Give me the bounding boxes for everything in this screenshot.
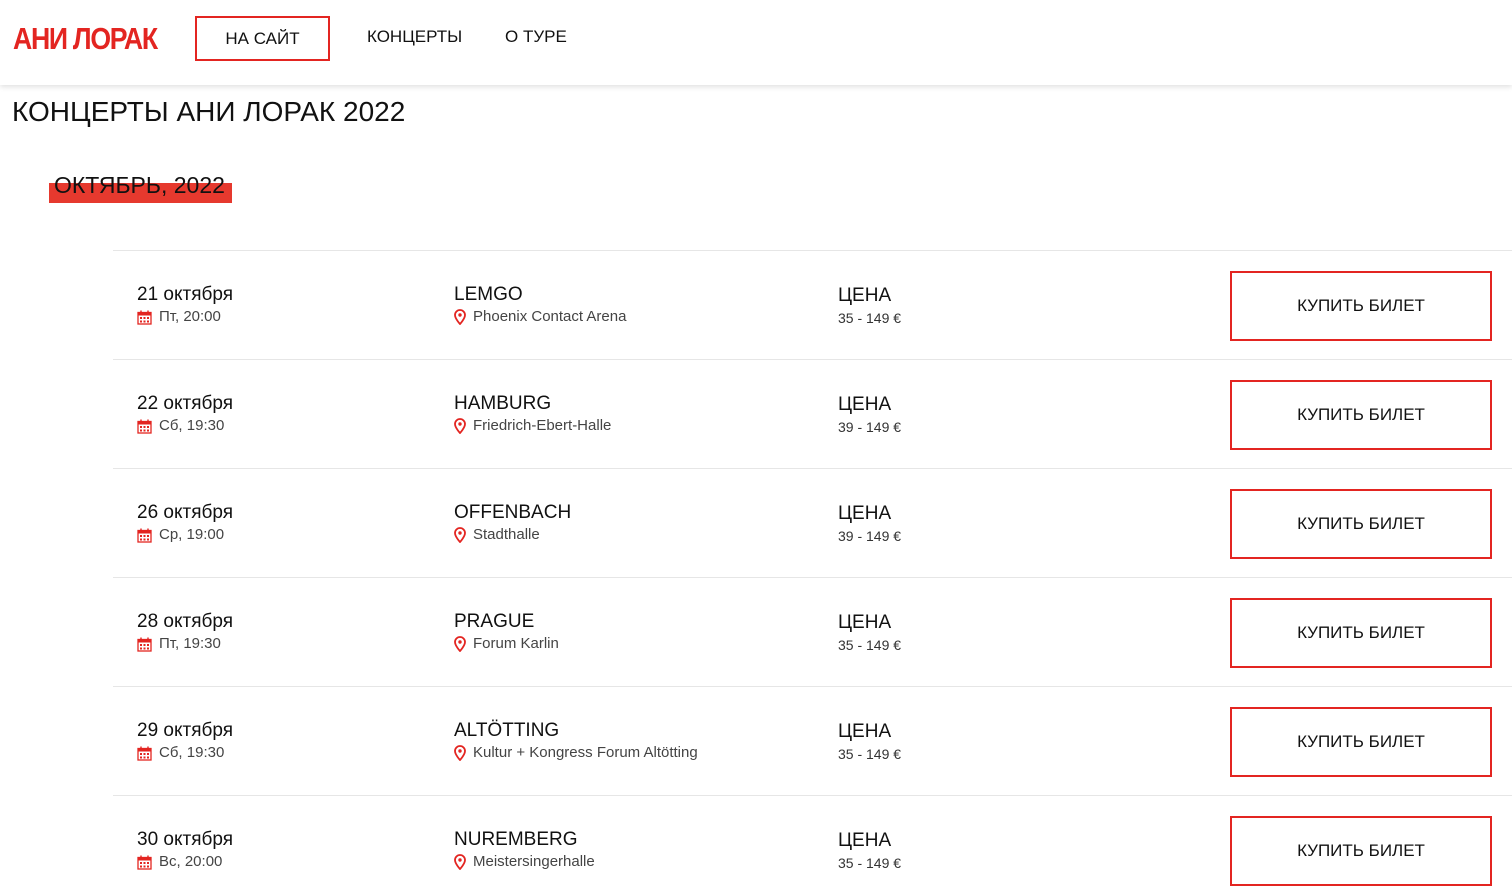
price-value: 35 - 149 € [838, 855, 902, 871]
price-label: ЦЕНА [838, 612, 892, 633]
price-value: 35 - 149 € [838, 746, 902, 762]
buy-ticket-button[interactable]: КУПИТЬ БИЛЕТ [1230, 598, 1492, 668]
nav-site-button[interactable]: НА САЙТ [195, 16, 330, 61]
price-value: 39 - 149 € [838, 419, 902, 435]
location-pin-icon [454, 636, 466, 652]
concert-time: Вс, 20:00 [137, 853, 222, 871]
concert-date: 21 октября [137, 284, 234, 305]
concert-row: 30 октября Вс, 20:00 NUREMBERG Meistersi… [113, 795, 1512, 896]
concert-venue-text: Phoenix Contact Arena [473, 308, 627, 325]
concert-date: 22 октября [137, 393, 234, 414]
concert-venue-text: Kultur + Kongress Forum Altötting [473, 744, 698, 761]
site-header: АНИ ЛОРАК НА САЙТ КОНЦЕРТЫ О ТУРЕ [0, 0, 1512, 85]
concert-time: Пт, 20:00 [137, 308, 221, 326]
location-pin-icon [454, 527, 466, 543]
concert-time-text: Сб, 19:30 [159, 744, 225, 761]
price-label: ЦЕНА [838, 394, 892, 415]
price-label: ЦЕНА [838, 830, 892, 851]
concert-venue: Friedrich-Ebert-Halle [454, 417, 611, 435]
concert-venue: Kultur + Kongress Forum Altötting [454, 744, 698, 762]
concert-city: NUREMBERG [454, 829, 578, 850]
concert-city: LEMGO [454, 284, 523, 305]
calendar-icon [137, 746, 152, 761]
page-title: КОНЦЕРТЫ АНИ ЛОРАК 2022 [12, 96, 406, 127]
price-label: ЦЕНА [838, 503, 892, 524]
calendar-icon [137, 855, 152, 870]
calendar-icon [137, 310, 152, 325]
price-label: ЦЕНА [838, 285, 892, 306]
concert-time-text: Пт, 20:00 [159, 308, 221, 325]
concert-venue-text: Friedrich-Ebert-Halle [473, 417, 612, 434]
concert-row: 21 октября Пт, 20:00 LEMGO Phoenix Conta… [113, 250, 1512, 359]
concert-date: 26 октября [137, 502, 234, 523]
concert-venue-text: Stadthalle [473, 526, 540, 543]
location-pin-icon [454, 854, 466, 870]
concert-time-text: Вс, 20:00 [159, 853, 223, 870]
concert-time-text: Ср, 19:00 [159, 526, 225, 543]
concert-venue: Forum Karlin [454, 635, 559, 653]
concert-time-text: Пт, 19:30 [159, 635, 221, 652]
location-pin-icon [454, 745, 466, 761]
buy-ticket-button[interactable]: КУПИТЬ БИЛЕТ [1230, 271, 1492, 341]
buy-ticket-button[interactable]: КУПИТЬ БИЛЕТ [1230, 816, 1492, 886]
location-pin-icon [454, 309, 466, 325]
buy-ticket-button[interactable]: КУПИТЬ БИЛЕТ [1230, 380, 1492, 450]
month-heading: ОКТЯБРЬ, 2022 [49, 170, 232, 204]
month-label: ОКТЯБРЬ, 2022 [54, 172, 225, 198]
concert-row: 28 октября Пт, 19:30 PRAGUE Forum Karlin… [113, 577, 1512, 686]
concert-time: Пт, 19:30 [137, 635, 221, 653]
concert-venue-text: Meistersingerhalle [473, 853, 595, 870]
concert-time-text: Сб, 19:30 [159, 417, 225, 434]
concert-row: 22 октября Сб, 19:30 HAMBURG Friedrich-E… [113, 359, 1512, 468]
price-value: 35 - 149 € [838, 310, 902, 326]
concert-row: 26 октября Ср, 19:00 OFFENBACH Stadthall… [113, 468, 1512, 577]
concert-row: 29 октября Сб, 19:30 ALTÖTTING Kultur + … [113, 686, 1512, 795]
price-label: ЦЕНА [838, 721, 892, 742]
nav-link-about[interactable]: О ТУРЕ [505, 26, 567, 48]
price-value: 39 - 149 € [838, 528, 902, 544]
buy-ticket-button[interactable]: КУПИТЬ БИЛЕТ [1230, 489, 1492, 559]
concert-date: 28 октября [137, 611, 234, 632]
logo[interactable]: АНИ ЛОРАК [13, 20, 158, 58]
concert-city: OFFENBACH [454, 502, 572, 523]
concert-city: ALTÖTTING [454, 720, 560, 741]
concert-venue-text: Forum Karlin [473, 635, 559, 652]
concert-date: 29 октября [137, 720, 234, 741]
concert-venue: Meistersingerhalle [454, 853, 595, 871]
concert-city: HAMBURG [454, 393, 552, 414]
calendar-icon [137, 528, 152, 543]
calendar-icon [137, 637, 152, 652]
concert-venue: Stadthalle [454, 526, 540, 544]
nav-link-concerts[interactable]: КОНЦЕРТЫ [367, 26, 462, 48]
concert-time: Сб, 19:30 [137, 744, 224, 762]
concert-venue: Phoenix Contact Arena [454, 308, 626, 326]
calendar-icon [137, 419, 152, 434]
price-value: 35 - 149 € [838, 637, 902, 653]
concert-city: PRAGUE [454, 611, 535, 632]
concert-date: 30 октября [137, 829, 234, 850]
concert-time: Сб, 19:30 [137, 417, 224, 435]
concert-list: 21 октября Пт, 20:00 LEMGO Phoenix Conta… [113, 250, 1512, 896]
concert-time: Ср, 19:00 [137, 526, 224, 544]
buy-ticket-button[interactable]: КУПИТЬ БИЛЕТ [1230, 707, 1492, 777]
location-pin-icon [454, 418, 466, 434]
